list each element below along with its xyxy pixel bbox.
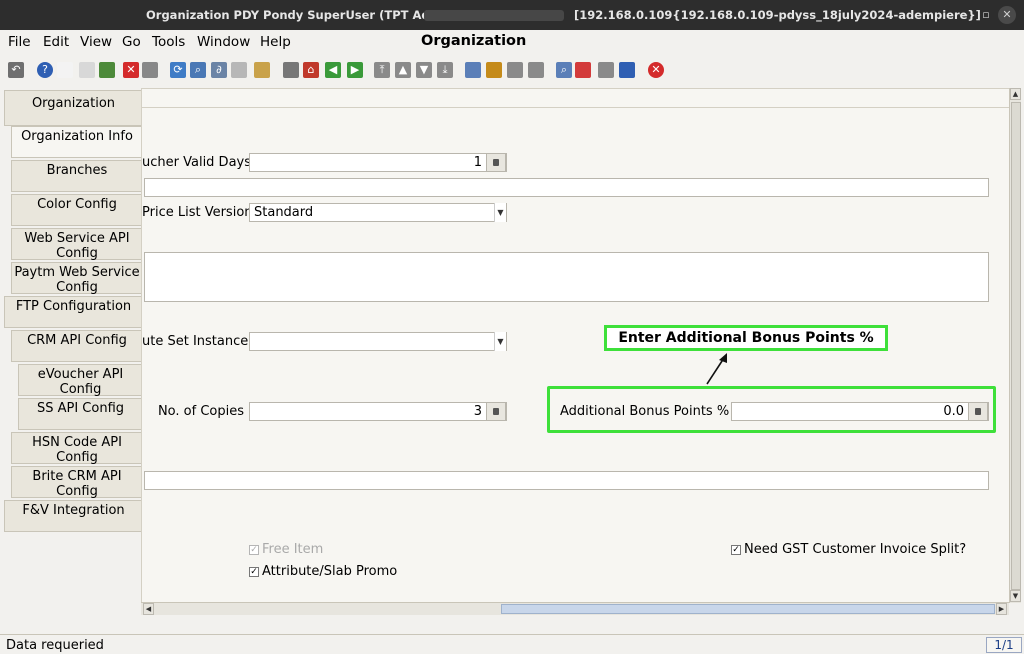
tab-fv-integration[interactable]: F&V Integration bbox=[4, 500, 142, 532]
arrow-icon bbox=[706, 353, 727, 385]
tab-crm-api-config[interactable]: CRM API Config bbox=[11, 330, 142, 362]
refresh-icon[interactable]: ⟳ bbox=[170, 62, 186, 78]
menu-tools[interactable]: Tools bbox=[152, 34, 185, 50]
menu-help[interactable]: Help bbox=[260, 34, 291, 50]
window-connection-text: [192.168.0.109{192.168.0.109-pdyss_18jul… bbox=[574, 8, 981, 22]
no-of-copies-label: No. of Copies bbox=[157, 404, 244, 419]
find-icon[interactable]: ⌕ bbox=[190, 62, 206, 78]
tab-evoucher-api-config[interactable]: eVoucher API Config bbox=[18, 364, 142, 397]
status-bar: Data requeried 1/1 bbox=[0, 634, 1024, 654]
minimize-button[interactable]: – bbox=[956, 6, 974, 24]
status-message: Data requeried bbox=[6, 638, 104, 653]
save-record-icon[interactable] bbox=[99, 62, 115, 78]
attribute-slab-promo-checkbox[interactable]: ✓ bbox=[249, 567, 259, 577]
detail-icon[interactable]: ▶ bbox=[347, 62, 363, 78]
gst-split-checkbox[interactable]: ✓ bbox=[731, 545, 741, 555]
redacted-text bbox=[424, 10, 564, 21]
gst-split-label: Need GST Customer Invoice Split? bbox=[744, 542, 967, 557]
workflow-icon[interactable] bbox=[575, 62, 591, 78]
free-item-label: Free Item bbox=[262, 542, 324, 557]
grid-toggle-icon[interactable] bbox=[254, 62, 270, 78]
print-icon[interactable] bbox=[507, 62, 523, 78]
chevron-down-icon[interactable]: ▼ bbox=[494, 332, 506, 351]
product-info-icon[interactable] bbox=[619, 62, 635, 78]
scroll-down-icon[interactable]: ▼ bbox=[1010, 590, 1021, 602]
delete-icon[interactable]: ✕ bbox=[123, 62, 139, 78]
scroll-left-icon[interactable]: ◀ bbox=[143, 603, 154, 615]
tab-ss-api-config[interactable]: SS API Config bbox=[18, 398, 142, 430]
tab-web-service-api-config[interactable]: Web Service API Config bbox=[11, 228, 142, 261]
panel-divider bbox=[142, 107, 1009, 108]
horizontal-scrollbar[interactable]: ◀ ▶ bbox=[141, 602, 1009, 615]
menu-window[interactable]: Window bbox=[197, 34, 250, 50]
exit-icon[interactable]: ✕ bbox=[648, 62, 664, 78]
attribute-set-instance-field[interactable] bbox=[249, 332, 507, 351]
highlight-box bbox=[547, 386, 996, 433]
tab-organization-info[interactable]: Organization Info bbox=[11, 126, 142, 158]
chat-icon[interactable] bbox=[231, 62, 247, 78]
report-icon[interactable] bbox=[465, 62, 481, 78]
attribute-set-instance-label: ute Set Instance bbox=[142, 334, 249, 349]
archived-icon[interactable] bbox=[486, 62, 502, 78]
vertical-scrollbar[interactable]: ▲ ▼ bbox=[1009, 88, 1021, 603]
vertical-scroll-thumb[interactable] bbox=[1011, 102, 1021, 590]
attachment-icon[interactable]: ∂ bbox=[211, 62, 227, 78]
close-window-button[interactable]: ✕ bbox=[998, 6, 1016, 24]
free-item-checkbox: ✓ bbox=[249, 545, 259, 555]
tab-color-config[interactable]: Color Config bbox=[11, 194, 142, 226]
history-icon[interactable] bbox=[283, 62, 299, 78]
print-alt-icon[interactable] bbox=[528, 62, 544, 78]
previous-record-icon[interactable]: ▲ bbox=[395, 62, 411, 78]
next-record-icon[interactable]: ▼ bbox=[416, 62, 432, 78]
tab-ftp-configuration[interactable]: FTP Configuration bbox=[4, 296, 142, 328]
home-icon[interactable]: ⌂ bbox=[303, 62, 319, 78]
maximize-button[interactable]: ▫ bbox=[977, 6, 995, 24]
undo-icon[interactable]: ↶ bbox=[8, 62, 24, 78]
tab-organization[interactable]: Organization bbox=[4, 90, 142, 126]
menu-file[interactable]: File bbox=[8, 34, 31, 50]
calculator-icon[interactable] bbox=[486, 153, 506, 172]
chevron-down-icon[interactable]: ▼ bbox=[494, 203, 506, 222]
menu-edit[interactable]: Edit bbox=[43, 34, 69, 50]
text-area[interactable] bbox=[144, 252, 989, 302]
help-icon[interactable]: ? bbox=[37, 62, 53, 78]
print-preview-icon[interactable] bbox=[142, 62, 158, 78]
record-count-badge[interactable]: 1/1 bbox=[986, 637, 1022, 653]
voucher-valid-days-label: ucher Valid Days bbox=[142, 155, 252, 170]
copy-record-icon[interactable] bbox=[79, 62, 95, 78]
request-icon[interactable] bbox=[598, 62, 614, 78]
page-title: Organization bbox=[421, 33, 527, 49]
scroll-right-icon[interactable]: ▶ bbox=[996, 603, 1007, 615]
window-titlebar: Organization PDY Pondy SuperUser (TPT Ad… bbox=[0, 0, 1024, 30]
attribute-slab-promo-label: Attribute/Slab Promo bbox=[262, 564, 398, 579]
voucher-valid-days-field[interactable]: 1 bbox=[249, 153, 507, 172]
menu-bar: File Edit View Go Tools Window Help Orga… bbox=[0, 30, 1024, 54]
toolbar: ↶? ✕ ⟳ ⌕ ∂ ⌂ ◀ ▶ ⤒ ▲ ▼ ⤓ ⌕ ✕ bbox=[0, 55, 1024, 85]
calculator-icon[interactable] bbox=[486, 402, 506, 421]
first-record-icon[interactable]: ⤒ bbox=[374, 62, 390, 78]
price-list-version-select[interactable]: Standard bbox=[249, 203, 507, 222]
tab-hsn-code-api-config[interactable]: HSN Code API Config bbox=[11, 432, 142, 465]
menu-view[interactable]: View bbox=[80, 34, 112, 50]
horizontal-scroll-thumb[interactable] bbox=[501, 604, 995, 614]
tab-strip: Organization Organization Info Branches … bbox=[0, 88, 142, 633]
parent-icon[interactable]: ◀ bbox=[325, 62, 341, 78]
new-record-icon[interactable] bbox=[57, 62, 73, 78]
text-field-2[interactable] bbox=[144, 471, 989, 490]
last-record-icon[interactable]: ⤓ bbox=[437, 62, 453, 78]
zoom-across-icon[interactable]: ⌕ bbox=[556, 62, 572, 78]
text-field-1[interactable] bbox=[144, 178, 989, 197]
scroll-up-icon[interactable]: ▲ bbox=[1010, 88, 1021, 100]
tab-branches[interactable]: Branches bbox=[11, 160, 142, 192]
tab-paytm-web-service-config[interactable]: Paytm Web Service Config bbox=[11, 262, 142, 295]
callout-label: Enter Additional Bonus Points % bbox=[604, 325, 888, 351]
price-list-version-label: Price List Version bbox=[142, 205, 253, 220]
menu-go[interactable]: Go bbox=[122, 34, 141, 50]
tab-brite-crm-api-config[interactable]: Brite CRM API Config bbox=[11, 466, 142, 499]
no-of-copies-field[interactable]: 3 bbox=[249, 402, 507, 421]
